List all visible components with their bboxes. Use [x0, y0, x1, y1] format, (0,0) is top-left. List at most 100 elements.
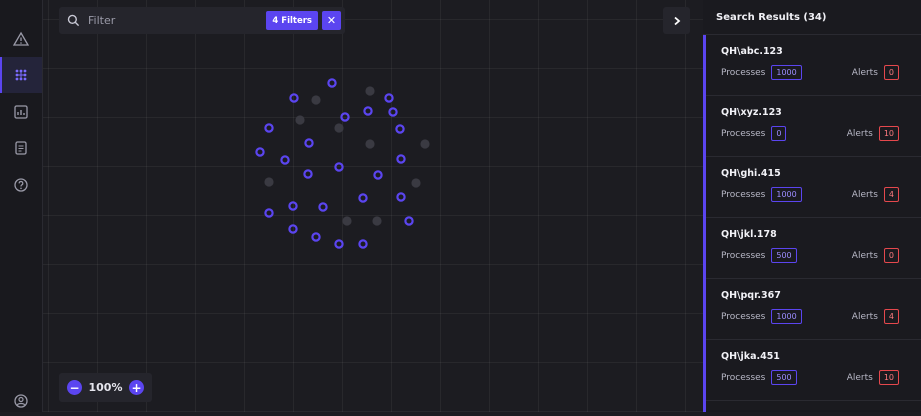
- graph-node-active[interactable]: [255, 147, 265, 157]
- processes-metric: Processes 500: [721, 370, 797, 385]
- processes-count-badge: 500: [771, 370, 797, 385]
- left-rail: [0, 0, 43, 412]
- result-metrics: Processes 1000 Alerts 0: [721, 65, 921, 80]
- graph-node-active[interactable]: [288, 224, 298, 234]
- processes-label: Processes: [721, 128, 766, 139]
- graph-node-active[interactable]: [334, 239, 344, 249]
- processes-count-badge: 0: [771, 126, 787, 141]
- graph-canvas[interactable]: 4 Filters ✕ − 100% +: [43, 0, 703, 412]
- processes-metric: Processes 1000: [721, 187, 802, 202]
- result-item[interactable]: QH\pqr.367 Processes 1000 Alerts 4: [706, 279, 921, 340]
- document-icon: [15, 141, 27, 155]
- results-list: QH\abc.123 Processes 1000 Alerts 0 QH\xyz.123…: [706, 35, 921, 401]
- graph-node-active[interactable]: [340, 112, 350, 122]
- result-name: QH\jkl.178: [721, 229, 777, 240]
- network-icon: [15, 69, 27, 81]
- processes-metric: Processes 1000: [721, 65, 802, 80]
- processes-label: Processes: [721, 189, 766, 200]
- result-metrics: Processes 500 Alerts 10: [721, 370, 921, 385]
- result-item[interactable]: QH\ghi.415 Processes 1000 Alerts 4: [706, 157, 921, 218]
- processes-metric: Processes 500: [721, 248, 797, 263]
- graph-node-active[interactable]: [388, 107, 398, 117]
- graph-node-inactive[interactable]: [372, 216, 382, 226]
- result-item[interactable]: QH\jkl.178 Processes 500 Alerts 0: [706, 218, 921, 279]
- graph-node-active[interactable]: [384, 93, 394, 103]
- processes-metric: Processes 0: [721, 126, 787, 141]
- network-graph[interactable]: [43, 0, 703, 412]
- graph-nav-button[interactable]: [0, 57, 42, 93]
- result-name: QH\jka.451: [721, 351, 780, 362]
- graph-node-active[interactable]: [304, 138, 314, 148]
- alerts-metric: Alerts 10: [847, 370, 899, 385]
- alerts-label: Alerts: [851, 67, 878, 78]
- graph-node-active[interactable]: [327, 78, 337, 88]
- alerts-metric: Alerts 0: [852, 65, 899, 80]
- minus-icon: −: [69, 380, 80, 395]
- graph-node-inactive[interactable]: [411, 178, 421, 188]
- processes-label: Processes: [721, 372, 766, 383]
- alerts-metric: Alerts 10: [847, 126, 899, 141]
- alerts-metric: Alerts 4: [852, 187, 899, 202]
- graph-node-active[interactable]: [395, 124, 405, 134]
- plus-icon: +: [131, 380, 142, 395]
- graph-node-active[interactable]: [289, 93, 299, 103]
- graph-node-active[interactable]: [358, 239, 368, 249]
- alerts-count-badge: 10: [878, 370, 899, 385]
- filter-input[interactable]: [80, 14, 267, 27]
- result-item[interactable]: QH\abc.123 Processes 1000 Alerts 0: [706, 35, 921, 96]
- graph-node-inactive[interactable]: [365, 86, 375, 96]
- graph-node-active[interactable]: [288, 201, 298, 211]
- graph-node-inactive[interactable]: [420, 139, 430, 149]
- graph-node-inactive[interactable]: [311, 95, 321, 105]
- graph-node-active[interactable]: [373, 170, 383, 180]
- alerts-label: Alerts: [846, 128, 873, 139]
- graph-node-active[interactable]: [396, 154, 406, 164]
- graph-node-active[interactable]: [358, 193, 368, 203]
- documents-nav-button[interactable]: [0, 130, 42, 166]
- graph-node-active[interactable]: [334, 162, 344, 172]
- filter-bar: 4 Filters ✕: [59, 7, 345, 34]
- graph-node-active[interactable]: [303, 169, 313, 179]
- graph-node-active[interactable]: [363, 106, 373, 116]
- graph-node-inactive[interactable]: [342, 216, 352, 226]
- graph-node-active[interactable]: [264, 123, 274, 133]
- result-metrics: Processes 1000 Alerts 4: [721, 187, 921, 202]
- zoom-out-button[interactable]: −: [67, 380, 82, 395]
- processes-count-badge: 1000: [771, 309, 802, 324]
- user-icon: [14, 394, 28, 408]
- search-results-panel: Search Results (34) QH\abc.123 Processes 1…: [703, 0, 921, 412]
- alerts-metric: Alerts 4: [852, 309, 899, 324]
- graph-node-inactive[interactable]: [365, 139, 375, 149]
- search-icon: [67, 14, 80, 27]
- result-name: QH\abc.123: [721, 46, 783, 57]
- graph-node-active[interactable]: [264, 208, 274, 218]
- result-name: QH\ghi.415: [721, 168, 781, 179]
- graph-node-inactive[interactable]: [264, 177, 274, 187]
- result-item[interactable]: QH\jka.451 Processes 500 Alerts 10: [706, 340, 921, 401]
- active-filters-chip[interactable]: 4 Filters: [266, 11, 318, 30]
- alerts-nav-button[interactable]: [0, 21, 42, 57]
- graph-node-active[interactable]: [396, 192, 406, 202]
- alert-icon: [13, 31, 29, 46]
- alerts-metric: Alerts 0: [852, 248, 899, 263]
- clear-filters-button[interactable]: ✕: [322, 11, 341, 30]
- results-title: Search Results (34): [703, 0, 921, 35]
- chevron-right-icon: [673, 16, 680, 25]
- reports-nav-button[interactable]: [0, 94, 42, 130]
- graph-node-active[interactable]: [311, 232, 321, 242]
- graph-node-active[interactable]: [280, 155, 290, 165]
- result-name: QH\xyz.123: [721, 107, 782, 118]
- close-icon: ✕: [326, 14, 337, 27]
- result-metrics: Processes 1000 Alerts 4: [721, 309, 921, 324]
- graph-node-active[interactable]: [318, 202, 328, 212]
- alerts-count-badge: 4: [883, 187, 899, 202]
- result-item[interactable]: QH\xyz.123 Processes 0 Alerts 10: [706, 96, 921, 157]
- graph-node-inactive[interactable]: [334, 123, 344, 133]
- alerts-label: Alerts: [851, 189, 878, 200]
- zoom-in-button[interactable]: +: [128, 380, 144, 395]
- processes-label: Processes: [721, 67, 766, 78]
- graph-node-inactive[interactable]: [295, 115, 305, 125]
- help-nav-button[interactable]: [0, 167, 42, 203]
- graph-node-active[interactable]: [404, 216, 414, 226]
- expand-panel-button[interactable]: [663, 7, 690, 34]
